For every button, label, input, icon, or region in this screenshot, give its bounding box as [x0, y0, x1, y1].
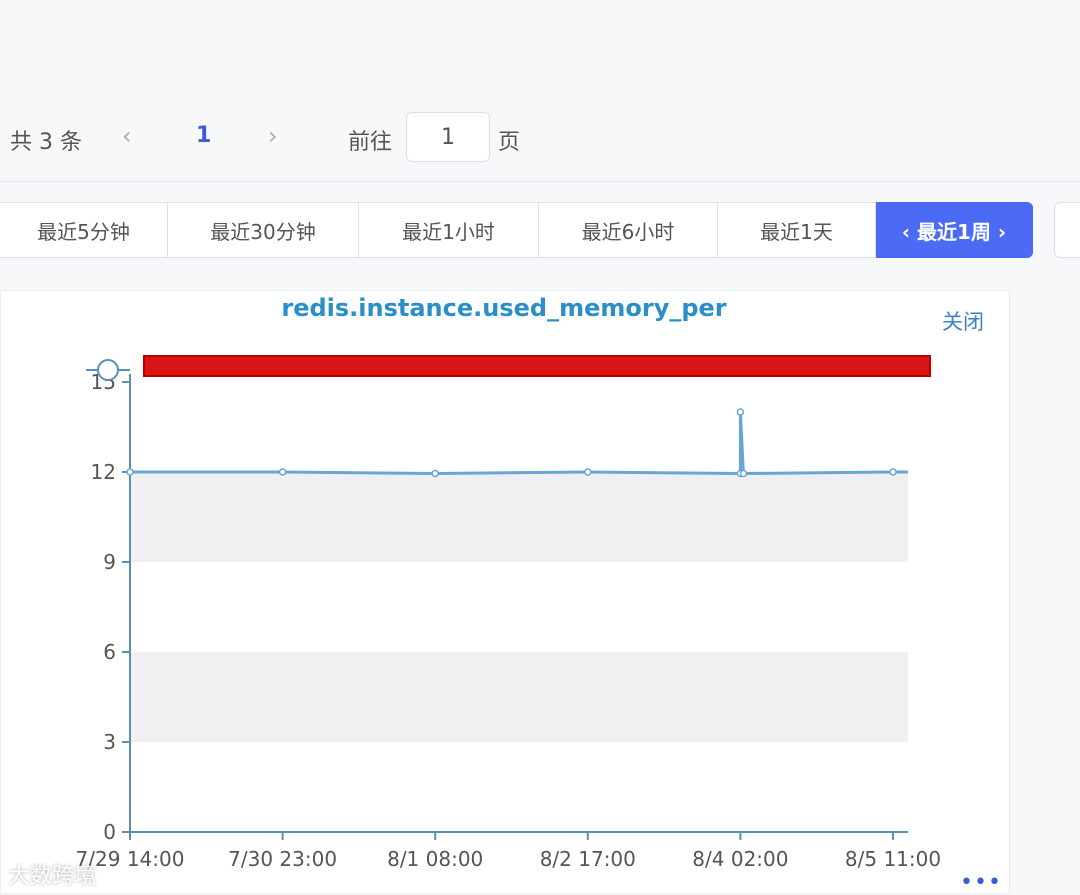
page-unit-label: 页	[498, 130, 521, 155]
next-page-icon[interactable]: ›	[268, 122, 278, 150]
range-1day-button[interactable]: 最近1天	[718, 202, 876, 258]
chart-panel	[0, 290, 1010, 894]
goto-label: 前往	[348, 130, 393, 155]
redacted-legend	[143, 355, 931, 377]
prev-page-icon[interactable]: ‹	[122, 122, 132, 150]
close-button[interactable]: 关闭	[942, 306, 984, 336]
chart-title: redis.instance.used_memory_per	[281, 294, 727, 322]
watermark: 大数跨境	[8, 864, 97, 889]
extra-control-button[interactable]	[1054, 202, 1080, 258]
range-6hour-button[interactable]: 最近6小时	[539, 202, 718, 258]
more-icon[interactable]: •••	[960, 870, 1002, 895]
total-count: 共 3 条	[10, 130, 82, 155]
current-page-number[interactable]: 1	[196, 123, 211, 148]
divider	[0, 181, 1080, 182]
range-30min-button[interactable]: 最近30分钟	[168, 202, 359, 258]
pagination: 共 3 条 ‹ 1 › 前往 页	[0, 110, 1080, 166]
page-jump-input[interactable]	[406, 112, 490, 162]
range-1hour-button[interactable]: 最近1小时	[359, 202, 539, 258]
time-range-selector: 最近5分钟 最近30分钟 最近1小时 最近6小时 最近1天 ‹ 最近1周 ›	[0, 202, 1040, 258]
range-1week-button[interactable]: ‹ 最近1周 ›	[876, 202, 1033, 258]
range-5min-button[interactable]: 最近5分钟	[0, 202, 168, 258]
